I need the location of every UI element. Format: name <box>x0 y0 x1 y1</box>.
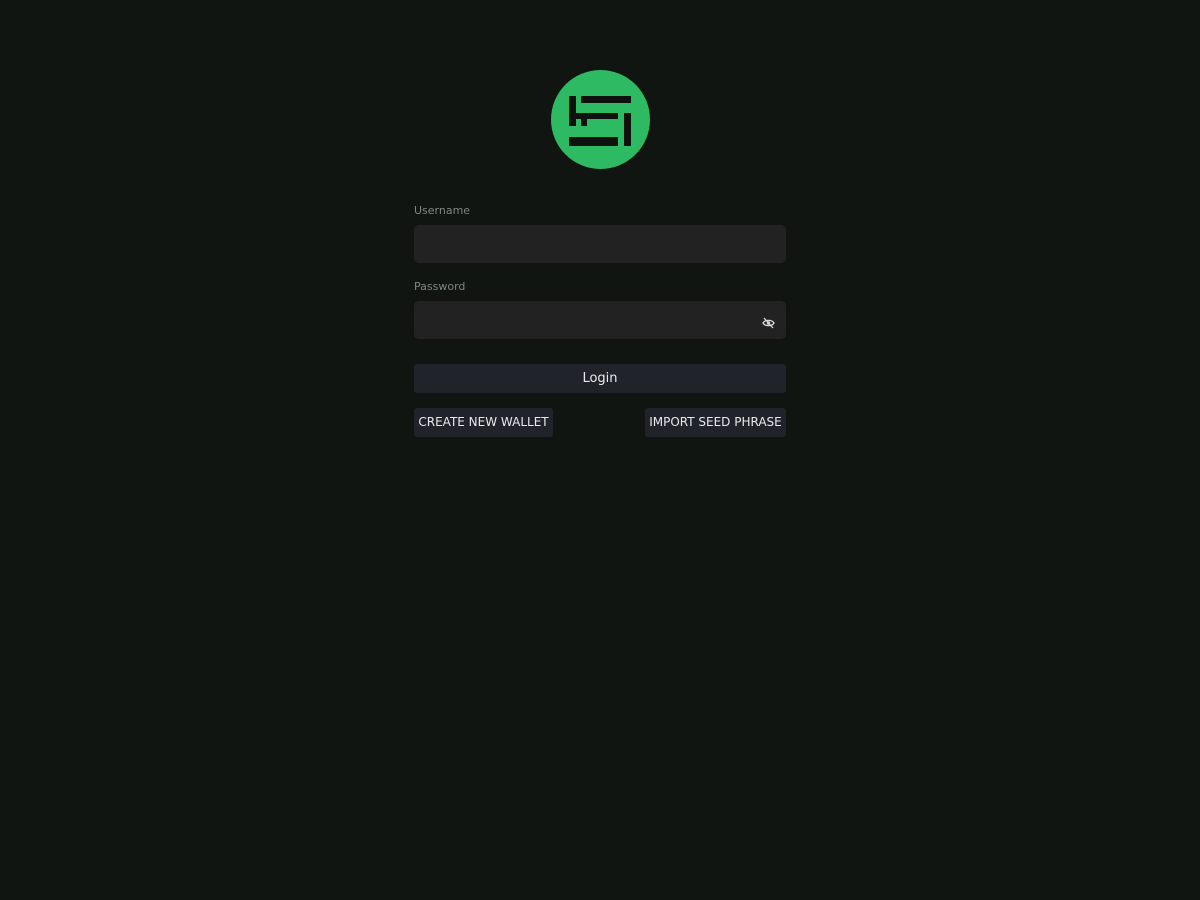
eye-slash-icon[interactable] <box>762 314 775 329</box>
import-seed-phrase-button[interactable]: IMPORT SEED PHRASE <box>645 408 786 437</box>
login-form: Username Password Login CREATE NEW WALLE… <box>414 204 786 437</box>
password-input[interactable] <box>414 301 786 339</box>
login-button[interactable]: Login <box>414 364 786 393</box>
username-label: Username <box>414 204 471 217</box>
username-input[interactable] <box>414 225 786 263</box>
create-new-wallet-button[interactable]: CREATE NEW WALLET <box>414 408 553 437</box>
login-page: Username Password Login CREATE NEW WALLE… <box>0 0 1200 900</box>
username-group: Username <box>414 204 786 263</box>
wallet-logo-icon <box>551 70 650 169</box>
password-label: Password <box>414 280 466 293</box>
username-field-wrapper <box>414 225 786 263</box>
password-field-wrapper <box>414 301 786 339</box>
password-group: Password <box>414 280 786 339</box>
